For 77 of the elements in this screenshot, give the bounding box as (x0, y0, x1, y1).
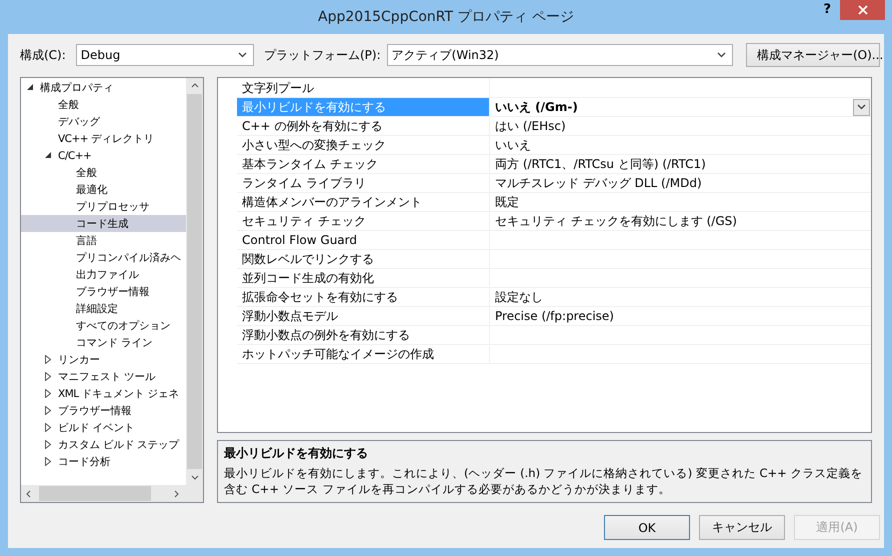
help-button[interactable]: ? (819, 2, 835, 17)
property-name[interactable]: 拡張命令セットを有効にする (237, 288, 490, 307)
tree-item[interactable]: コマンド ライン (21, 334, 186, 351)
configuration-dropdown[interactable]: Debug (76, 44, 254, 66)
scroll-up-icon[interactable] (190, 83, 198, 88)
property-name[interactable]: 並列コード生成の有効化 (237, 269, 490, 288)
vertical-scrollbar[interactable] (186, 78, 203, 485)
tree-item[interactable]: 出力ファイル (21, 266, 186, 283)
tree-item[interactable]: リンカー (21, 351, 186, 368)
tree-item[interactable]: デバッグ (21, 113, 186, 130)
collapsed-arrow-icon[interactable] (45, 389, 51, 398)
collapsed-arrow-icon[interactable] (45, 355, 51, 364)
scroll-down-icon[interactable] (190, 475, 198, 480)
property-name[interactable]: C++ の例外を有効にする (237, 117, 490, 136)
tree-item[interactable]: VC++ ディレクトリ (21, 130, 186, 147)
tree-item[interactable]: ブラウザー情報 (21, 402, 186, 419)
tree-item[interactable]: 全般 (21, 164, 186, 181)
platform-dropdown[interactable]: アクティブ(Win32) (386, 44, 733, 66)
horizontal-scrollbar[interactable] (21, 485, 203, 502)
close-button[interactable] (840, 0, 885, 20)
tree-item[interactable]: マニフェスト ツール (21, 368, 186, 385)
tree-item[interactable]: プリプロセッサ (21, 198, 186, 215)
description-title: 最小リビルドを有効にする (224, 445, 369, 462)
close-icon (858, 5, 868, 15)
expanded-arrow-icon[interactable] (27, 84, 34, 91)
tree-item[interactable]: ブラウザー情報 (21, 283, 186, 300)
platform-label: プラットフォーム(P): (264, 46, 381, 64)
tree-item[interactable]: 最適化 (21, 181, 186, 198)
tree-item[interactable]: 詳細設定 (21, 300, 186, 317)
collapsed-arrow-icon[interactable] (45, 372, 51, 381)
property-value: Precise (/fp:precise) (495, 309, 614, 323)
collapsed-arrow-icon[interactable] (45, 457, 51, 466)
dropdown-button[interactable] (853, 98, 870, 116)
tree-item[interactable]: カスタム ビルド ステップ (21, 436, 186, 453)
property-name[interactable]: ホットパッチ可能なイメージの作成 (237, 345, 490, 364)
property-value: いいえ (495, 136, 531, 154)
property-value: はい (/EHsc) (495, 118, 566, 134)
tree-item[interactable]: C/C++ (21, 147, 186, 164)
dialog-button[interactable]: OK (604, 515, 690, 540)
dialog-button[interactable]: キャンセル (699, 515, 785, 540)
property-name[interactable]: ランタイム ライブラリ (237, 174, 490, 193)
chevron-down-icon (238, 52, 247, 58)
scroll-left-icon[interactable] (26, 490, 31, 498)
property-name[interactable]: 基本ランタイム チェック (237, 155, 490, 174)
tree-item[interactable]: すべてのオプション (21, 317, 186, 334)
property-value: いいえ (/Gm-) (495, 98, 578, 116)
configuration-manager-button[interactable]: 構成マネージャー(O)... (746, 43, 880, 67)
tree-item[interactable]: コード分析 (21, 453, 186, 470)
chevron-down-icon (857, 104, 866, 110)
configuration-label: 構成(C): (20, 46, 66, 64)
property-value: セキュリティ チェックを有効にします (/GS) (495, 212, 737, 230)
tree-item[interactable]: コード生成 (21, 215, 186, 232)
property-name[interactable]: 構造体メンバーのアラインメント (237, 193, 490, 212)
collapsed-arrow-icon[interactable] (45, 423, 51, 432)
tree-item[interactable]: ビルド イベント (21, 419, 186, 436)
property-name[interactable]: 浮動小数点の例外を有効にする (237, 326, 490, 345)
property-name[interactable]: Control Flow Guard (237, 231, 490, 250)
chevron-down-icon (717, 52, 726, 58)
collapsed-arrow-icon[interactable] (45, 406, 51, 415)
tree-item[interactable]: 構成プロパティ (21, 79, 186, 96)
expanded-arrow-icon[interactable] (45, 152, 52, 159)
property-name[interactable]: 関数レベルでリンクする (237, 250, 490, 269)
collapsed-arrow-icon[interactable] (45, 440, 51, 449)
property-name[interactable]: セキュリティ チェック (237, 212, 490, 231)
tree-item[interactable]: 言語 (21, 232, 186, 249)
tree-item[interactable]: 全般 (21, 96, 186, 113)
property-value: 既定 (495, 194, 519, 210)
property-name[interactable]: 小さい型への変換チェック (237, 136, 490, 155)
scroll-right-icon[interactable] (174, 490, 179, 498)
property-value: 設定なし (495, 288, 543, 306)
window-title: App2015CppConRT プロパティ ページ (318, 8, 574, 26)
property-value: マルチスレッド デバッグ DLL (/MDd) (495, 174, 702, 192)
description-text: 最小リビルドを有効にします。これにより、(ヘッダー (.h) ファイルに格納されている) 変更された C++ クラス定義を含む C++ ソース ファイルを再コンパイルする必要があるかどうかが決まります。 (224, 465, 864, 497)
tree-item[interactable]: XML ドキュメント ジェネ (21, 385, 186, 402)
property-name[interactable]: 浮動小数点モデル (237, 307, 490, 326)
tree-item[interactable]: プリコンパイル済みヘ (21, 249, 186, 266)
property-value: 両方 (/RTC1、/RTCsu と同等) (/RTC1) (495, 156, 706, 172)
